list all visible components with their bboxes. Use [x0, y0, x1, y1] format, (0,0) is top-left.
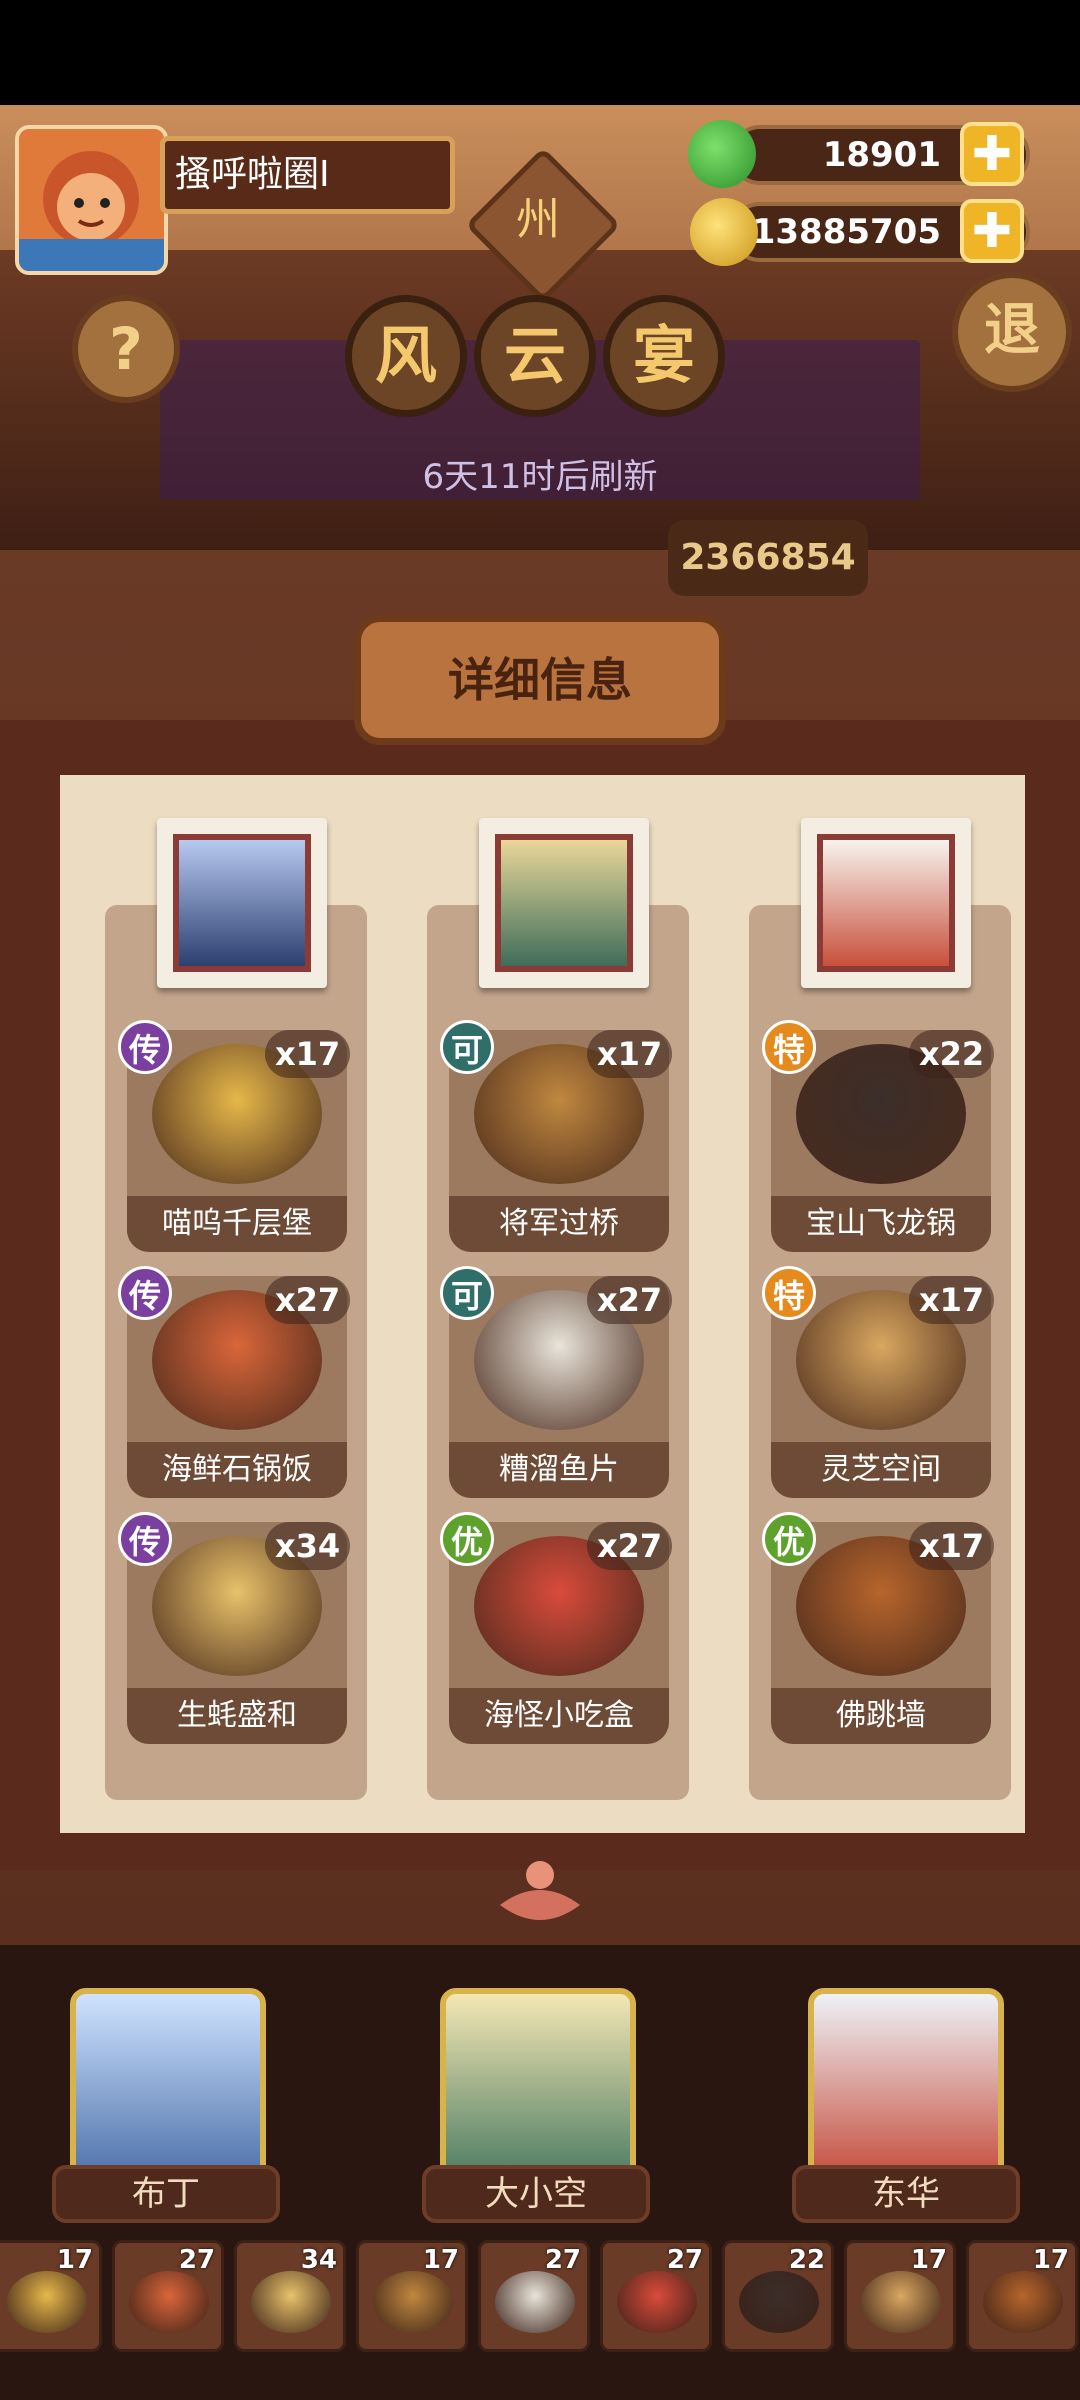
character-name: 布丁	[52, 2165, 280, 2223]
dish-icon	[617, 2271, 697, 2333]
tile-count: 17	[1032, 2245, 1069, 2275]
dish-tile[interactable]: 17	[966, 2240, 1078, 2352]
chef-portrait[interactable]	[479, 818, 649, 988]
dish-quantity: x34	[265, 1522, 351, 1570]
dish-icon	[251, 2271, 331, 2333]
dish-tile[interactable]: 27	[112, 2240, 224, 2352]
status-bar	[0, 0, 1080, 105]
score-display: 2366854	[668, 520, 868, 596]
character-card-donghua[interactable]	[808, 1988, 1004, 2188]
chef-portrait[interactable]	[801, 818, 971, 988]
dish-icon	[7, 2271, 87, 2333]
tile-count: 22	[788, 2245, 825, 2275]
avatar-icon	[19, 151, 164, 271]
dish-name: 生蚝盛和	[127, 1688, 347, 1744]
rarity-badge: 传	[118, 1020, 172, 1074]
rarity-badge: 优	[440, 1512, 494, 1566]
tile-count: 17	[422, 2245, 459, 2275]
rarity-badge: 特	[762, 1266, 816, 1320]
region-badge[interactable]: 州	[488, 170, 588, 270]
detail-info-tab[interactable]: 详细信息	[354, 615, 726, 745]
dish-name: 灵芝空间	[771, 1442, 991, 1498]
dish-tile[interactable]: 27	[600, 2240, 712, 2352]
dish-name: 海鲜石锅饭	[127, 1442, 347, 1498]
dish-quantity: x17	[909, 1522, 995, 1570]
dish-quantity: x17	[909, 1276, 995, 1324]
dish-quantity: x27	[587, 1522, 673, 1570]
dish-icon	[495, 2271, 575, 2333]
rarity-badge: 传	[118, 1512, 172, 1566]
dish-icon	[861, 2271, 941, 2333]
player-name[interactable]: 搔呼啦圈I	[160, 136, 455, 214]
tile-count: 17	[56, 2245, 93, 2275]
chef-portrait-image	[495, 834, 633, 972]
character-card-daxiaokong[interactable]	[440, 1988, 636, 2188]
dish-tile[interactable]: 34	[234, 2240, 346, 2352]
rarity-badge: 传	[118, 1266, 172, 1320]
rarity-badge: 优	[762, 1512, 816, 1566]
title-char-yun: 云	[474, 295, 596, 417]
dish-quantity: x17	[265, 1030, 351, 1078]
dish-icon	[373, 2271, 453, 2333]
dish-icon	[739, 2271, 819, 2333]
dish-tile[interactable]: 17	[356, 2240, 468, 2352]
exit-button[interactable]: 退	[952, 272, 1072, 392]
tile-count: 17	[910, 2245, 947, 2275]
dish-tile[interactable]: 17	[844, 2240, 956, 2352]
dish-quantity: x27	[587, 1276, 673, 1324]
dish-name: 宝山飞龙锅	[771, 1196, 991, 1252]
jade-icon	[688, 120, 756, 188]
character-card-buding[interactable]	[70, 1988, 266, 2188]
rarity-badge: 可	[440, 1266, 494, 1320]
player-avatar[interactable]	[15, 125, 168, 275]
chef-portrait-image	[173, 834, 311, 972]
add-jade-button[interactable]: ✚	[960, 122, 1024, 186]
character-name: 东华	[792, 2165, 1020, 2223]
character-name: 大小空	[422, 2165, 650, 2223]
dish-name: 佛跳墙	[771, 1688, 991, 1744]
dish-tile[interactable]: 27	[478, 2240, 590, 2352]
chef-portrait-image	[817, 834, 955, 972]
tile-count: 27	[178, 2245, 215, 2275]
title-char-feng: 风	[345, 295, 467, 417]
rarity-badge: 可	[440, 1020, 494, 1074]
tile-count: 27	[666, 2245, 703, 2275]
coin-icon	[690, 198, 758, 266]
dish-quantity: x27	[265, 1276, 351, 1324]
chef-portrait[interactable]	[157, 818, 327, 988]
refresh-timer: 6天11时后刷新	[422, 457, 658, 497]
dish-name: 海怪小吃盒	[449, 1688, 669, 1744]
dish-name: 糟溜鱼片	[449, 1442, 669, 1498]
help-button[interactable]: ?	[72, 295, 180, 403]
tile-count: 27	[544, 2245, 581, 2275]
rarity-badge: 特	[762, 1020, 816, 1074]
tile-count: 34	[300, 2245, 337, 2275]
dish-tile[interactable]: 17	[0, 2240, 102, 2352]
dish-quantity: x22	[909, 1030, 995, 1078]
dish-icon	[983, 2271, 1063, 2333]
title-char-yan: 宴	[603, 295, 725, 417]
dish-icon	[129, 2271, 209, 2333]
add-coin-button[interactable]: ✚	[960, 199, 1024, 263]
dish-tile[interactable]: 22	[722, 2240, 834, 2352]
dish-name: 喵呜千层堡	[127, 1196, 347, 1252]
dish-quantity: x17	[587, 1030, 673, 1078]
dish-name: 将军过桥	[449, 1196, 669, 1252]
